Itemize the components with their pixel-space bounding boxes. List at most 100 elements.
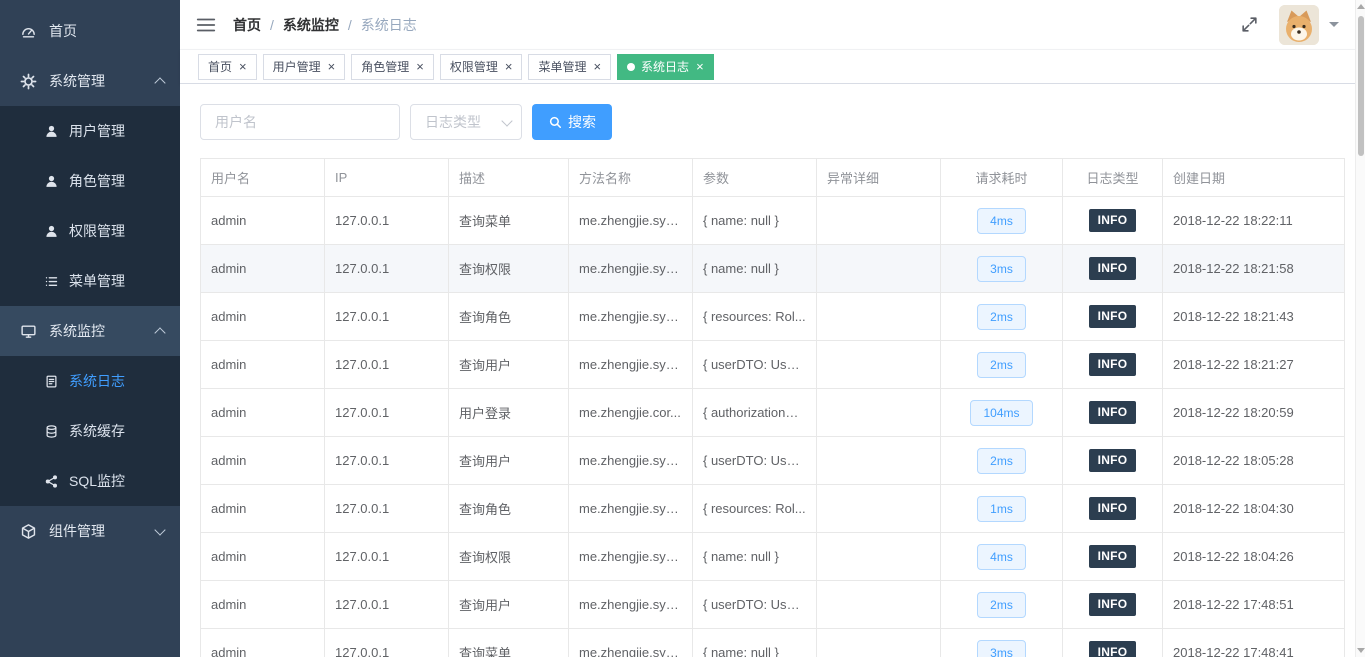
tag-role-management[interactable]: 角色管理× [351, 54, 434, 80]
request-time-badge[interactable]: 2ms [977, 304, 1026, 330]
request-time-badge[interactable]: 3ms [977, 256, 1026, 282]
permission-icon [44, 224, 59, 239]
log-level-badge: INFO [1089, 305, 1137, 327]
sidebar-item-user-management[interactable]: 用户管理 [0, 106, 180, 156]
cell-date: 2018-12-22 18:04:26 [1163, 533, 1345, 581]
cell-date: 2018-12-22 18:04:30 [1163, 485, 1345, 533]
cell-ip: 127.0.0.1 [325, 293, 449, 341]
cell-method: me.zhengjie.syst... [569, 245, 693, 293]
cell-date: 2018-12-22 17:48:51 [1163, 581, 1345, 629]
tag-label: 首页 [208, 58, 232, 75]
hamburger-icon[interactable] [195, 14, 217, 36]
cell-time: 2ms [941, 581, 1063, 629]
tag-home[interactable]: 首页 × [198, 54, 257, 80]
log-type-select[interactable]: 日志类型 [410, 104, 522, 140]
cell-date: 2018-12-22 18:21:27 [1163, 341, 1345, 389]
cell-exception [817, 341, 941, 389]
cell-time: 2ms [941, 293, 1063, 341]
request-time-badge[interactable]: 4ms [977, 208, 1026, 234]
tag-system-log[interactable]: 系统日志 × [617, 54, 714, 80]
search-icon [548, 115, 562, 129]
avatar[interactable] [1279, 5, 1319, 45]
sidebar-item-system-log[interactable]: 系统日志 [0, 356, 180, 406]
request-time-badge[interactable]: 104ms [970, 400, 1032, 426]
cell-method: me.zhengjie.syst... [569, 485, 693, 533]
sidebar-item-system-monitor[interactable]: 系统监控 [0, 306, 180, 356]
close-icon[interactable]: × [696, 60, 704, 73]
cell-level: INFO [1063, 485, 1163, 533]
request-time-badge[interactable]: 3ms [977, 640, 1026, 657]
table-row: admin127.0.0.1查询菜单me.zhengjie.syst...{ n… [201, 629, 1345, 657]
cell-ip: 127.0.0.1 [325, 389, 449, 437]
chevron-up-icon [154, 327, 165, 338]
column-header-time: 请求耗时 [941, 159, 1063, 197]
sidebar: 首页系统管理用户管理角色管理权限管理菜单管理系统监控系统日志系统缓存 SQL监控组… [0, 0, 180, 657]
sidebar-item-system-management[interactable]: 系统管理 [0, 56, 180, 106]
request-time-badge[interactable]: 1ms [977, 496, 1026, 522]
chevron-up-icon [154, 77, 165, 88]
cell-description: 查询菜单 [449, 197, 569, 245]
column-header-username: 用户名 [201, 159, 325, 197]
request-time-badge[interactable]: 2ms [977, 352, 1026, 378]
log-level-badge: INFO [1089, 545, 1137, 567]
sql-icon [44, 474, 59, 489]
cell-params: { userDTO: User... [693, 437, 817, 485]
sidebar-item-label: 系统监控 [49, 321, 105, 341]
tag-permission-management[interactable]: 权限管理 × [440, 54, 523, 80]
table-row: admin127.0.0.1查询用户me.zhengjie.syst...{ u… [201, 437, 1345, 485]
tag-label: 系统日志 [641, 58, 689, 75]
cell-date: 2018-12-22 18:20:59 [1163, 389, 1345, 437]
cell-username: admin [201, 485, 325, 533]
cell-level: INFO [1063, 293, 1163, 341]
breadcrumb-system-monitor[interactable]: 系统监控 [283, 15, 339, 35]
chevron-down-icon[interactable] [1329, 22, 1339, 27]
sidebar-item-sql-monitor[interactable]: SQL监控 [0, 456, 180, 506]
cell-ip: 127.0.0.1 [325, 629, 449, 657]
scroll-up-arrow[interactable] [1357, 4, 1365, 9]
close-icon[interactable]: × [416, 60, 424, 73]
username-input[interactable] [200, 104, 400, 140]
column-header-date: 创建日期 [1163, 159, 1345, 197]
fullscreen-icon[interactable] [1240, 15, 1259, 34]
breadcrumb-separator: / [348, 17, 352, 33]
cell-params: { resources: Rol... [693, 485, 817, 533]
search-button[interactable]: 搜索 [532, 104, 612, 140]
sidebar-item-permission-management[interactable]: 权限管理 [0, 206, 180, 256]
table-row: admin127.0.0.1查询用户me.zhengjie.syst...{ u… [201, 581, 1345, 629]
table-row: admin127.0.0.1查询菜单me.zhengjie.syst...{ n… [201, 197, 1345, 245]
close-icon[interactable]: × [328, 60, 336, 73]
request-time-badge[interactable]: 2ms [977, 592, 1026, 618]
cell-level: INFO [1063, 629, 1163, 657]
column-header-level: 日志类型 [1063, 159, 1163, 197]
log-level-badge: INFO [1089, 593, 1137, 615]
topbar: 首页 / 系统监控 / 系统日志 [180, 0, 1365, 50]
cell-method: me.zhengjie.syst... [569, 533, 693, 581]
cell-exception [817, 245, 941, 293]
sidebar-item-label: SQL监控 [69, 471, 125, 491]
cell-method: me.zhengjie.syst... [569, 341, 693, 389]
tag-menu-management[interactable]: 菜单管理× [528, 54, 611, 80]
sidebar-item-system-cache[interactable]: 系统缓存 [0, 406, 180, 456]
scroll-down-arrow[interactable] [1357, 648, 1365, 653]
tag-label: 权限管理 [450, 58, 498, 75]
user-icon [44, 124, 59, 139]
sidebar-item-role-management[interactable]: 角色管理 [0, 156, 180, 206]
vertical-scrollbar[interactable] [1355, 0, 1365, 657]
monitor-icon [20, 323, 37, 340]
close-icon[interactable]: × [505, 60, 513, 73]
sidebar-item-home[interactable]: 首页 [0, 6, 180, 56]
cell-date: 2018-12-22 18:22:11 [1163, 197, 1345, 245]
request-time-badge[interactable]: 2ms [977, 448, 1026, 474]
request-time-badge[interactable]: 4ms [977, 544, 1026, 570]
sidebar-item-component-management[interactable]: 组件管理 [0, 506, 180, 556]
table-header-row: 用户名IP描述方法名称参数异常详细请求耗时日志类型创建日期 [201, 159, 1345, 197]
tag-label: 用户管理 [273, 58, 321, 75]
close-icon[interactable]: × [593, 60, 601, 73]
scrollbar-thumb[interactable] [1358, 16, 1364, 156]
breadcrumb-home[interactable]: 首页 [233, 15, 261, 35]
close-icon[interactable]: × [239, 60, 247, 73]
tag-user-management[interactable]: 用户管理 × [263, 54, 346, 80]
cell-time: 1ms [941, 485, 1063, 533]
sidebar-item-menu-management[interactable]: 菜单管理 [0, 256, 180, 306]
cell-method: me.zhengjie.syst... [569, 437, 693, 485]
